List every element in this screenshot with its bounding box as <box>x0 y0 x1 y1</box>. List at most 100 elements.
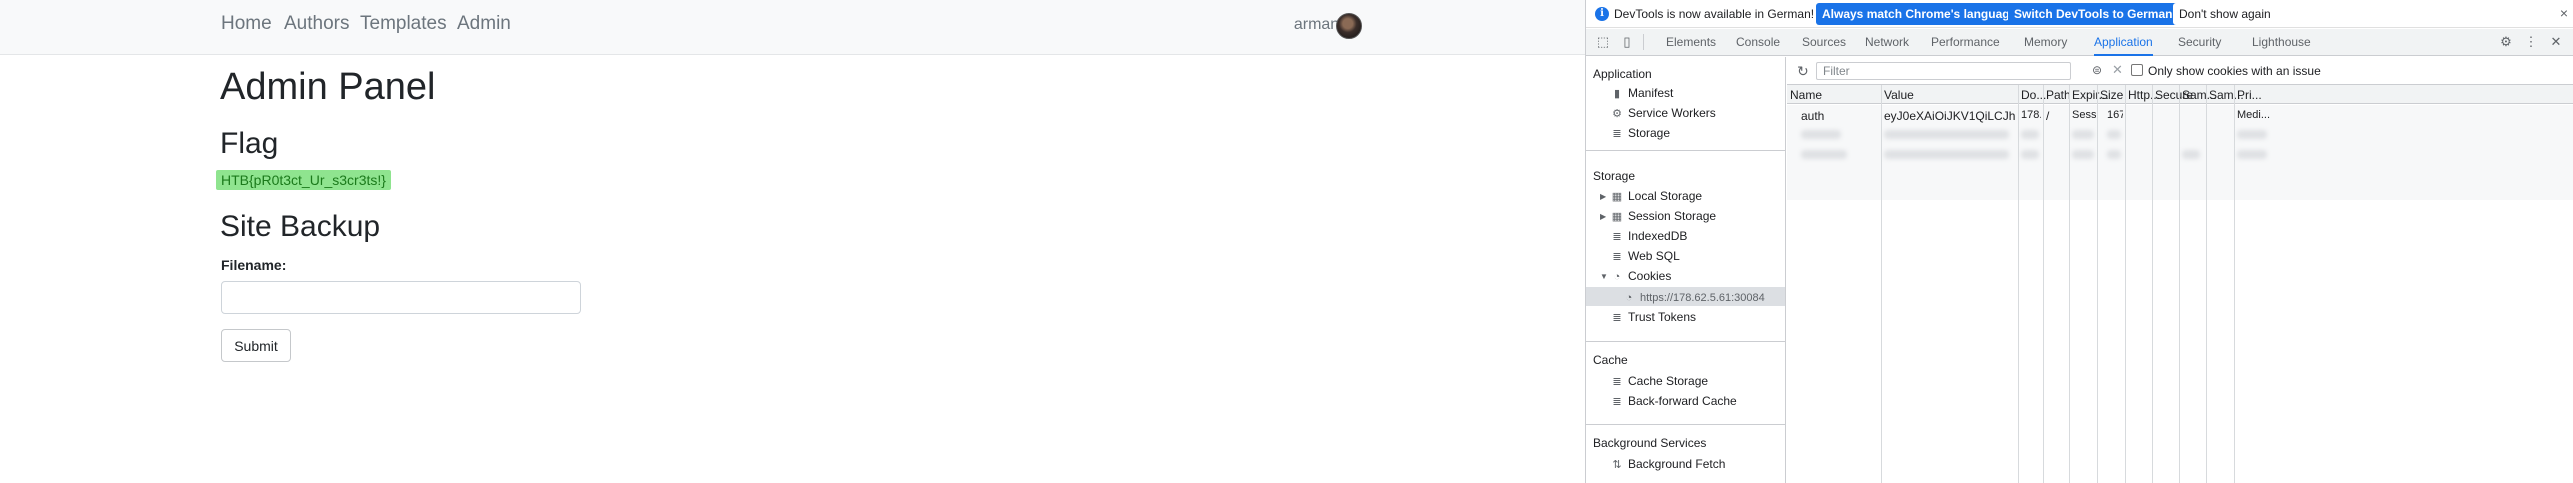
cookie-name-cell: auth <box>1801 109 1825 123</box>
navbar: Home Authors Templates Admin armando <box>0 0 1585 55</box>
column-header-name[interactable]: Name <box>1790 88 1822 102</box>
tab-performance[interactable]: Performance <box>1931 29 2000 56</box>
tab-memory[interactable]: Memory <box>2024 29 2067 56</box>
tab-elements[interactable]: Elements <box>1666 29 1716 56</box>
dont-show-again-button[interactable]: Don't show again <box>2173 3 2277 25</box>
delete-selected-icon[interactable]: ✕ <box>2112 62 2123 78</box>
redacted-cell <box>2182 150 2200 159</box>
expand-arrow-icon[interactable]: ▶ <box>1600 192 1606 201</box>
tab-network[interactable]: Network <box>1865 29 1909 56</box>
cookie-domain-cell: 178.... <box>2021 109 2041 121</box>
cookie-value-cell: eyJ0eXAiOiJKV1QiLCJhbGciOiJIUzI1NiJ... <box>1884 109 2015 123</box>
redacted-cell <box>2107 150 2121 159</box>
inspect-element-icon[interactable]: ⬚ <box>1595 34 1611 50</box>
devtools-panel: i DevTools is now available in German! A… <box>1585 0 2573 483</box>
swap-arrows-icon: ⇅ <box>1612 459 1622 471</box>
redacted-cell <box>2107 130 2121 139</box>
nav-templates-link[interactable]: Templates <box>360 13 447 35</box>
database-icon: ≣ <box>1612 312 1622 324</box>
application-sidebar: Application ▮ Manifest ⚙ Service Workers ≣… <box>1586 57 1786 483</box>
sidebar-item-label: Service Workers <box>1628 106 1716 120</box>
sidebar-divider <box>1586 424 1785 425</box>
table-row[interactable]: auth eyJ0eXAiOiJKV1QiLCJhbGciOiJIUzI1NiJ… <box>1787 105 2573 124</box>
sidebar-item-back-forward-cache[interactable]: ≣ Back-forward Cache <box>1611 394 1736 408</box>
clear-filtered-cookies-icon[interactable]: ⊜ <box>2092 63 2102 77</box>
tab-sources[interactable]: Sources <box>1802 29 1846 56</box>
refresh-icon[interactable]: ↻ <box>1797 63 1809 80</box>
section-storage: Storage <box>1593 169 1636 183</box>
database-icon: ≣ <box>1612 376 1622 388</box>
toolbar-divider <box>1643 34 1644 50</box>
sidebar-item-label: Cookies <box>1628 269 1672 283</box>
redacted-cell <box>1801 130 1841 139</box>
cookie-filter-input[interactable] <box>1816 62 2071 80</box>
database-icon: ≣ <box>1612 396 1622 408</box>
sidebar-item-cookie-origin[interactable]: ◔ https://178.62.5.61:30084 <box>1586 287 1785 306</box>
only-issues-checkbox[interactable] <box>2131 64 2143 76</box>
column-header-path[interactable]: Path <box>2046 88 2071 102</box>
section-background-services: Background Services <box>1593 436 1707 450</box>
tab-application[interactable]: Application <box>2094 29 2153 56</box>
table-row-redacted[interactable] <box>1787 125 2573 144</box>
expand-arrow-icon[interactable]: ▶ <box>1600 212 1606 221</box>
filename-label: Filename: <box>221 257 287 273</box>
sidebar-item-label: Session Storage <box>1628 209 1717 223</box>
nav-admin-link[interactable]: Admin <box>457 13 511 35</box>
cookie-expires-cell: Sessi... <box>2072 109 2096 121</box>
match-language-button[interactable]: Always match Chrome's language <box>1816 3 2023 25</box>
cookie-icon: ◔ <box>1613 271 1621 283</box>
cookie-priority-cell: Medi... <box>2237 109 2271 121</box>
nav-authors-link[interactable]: Authors <box>284 13 349 35</box>
more-options-icon[interactable]: ⋮ <box>2523 34 2539 50</box>
language-infobar: i DevTools is now available in German! A… <box>1586 0 2573 28</box>
filename-input[interactable] <box>221 281 581 314</box>
sidebar-item-trust-tokens[interactable]: ≣ Trust Tokens <box>1611 310 1696 324</box>
flag-value: HTB{pR0t3ct_Ur_s3cr3ts!} <box>216 170 391 190</box>
sidebar-item-indexeddb[interactable]: ≣ IndexedDB <box>1611 229 1687 243</box>
collapse-arrow-icon[interactable]: ▼ <box>1600 272 1608 281</box>
switch-to-german-button[interactable]: Switch DevTools to German <box>2008 3 2179 25</box>
sidebar-item-cache-storage[interactable]: ≣ Cache Storage <box>1611 374 1708 388</box>
devtools-tabbar: ⬚ ▯ Elements Console Sources Network Per… <box>1586 29 2573 56</box>
tab-console[interactable]: Console <box>1736 29 1780 56</box>
tab-security[interactable]: Security <box>2178 29 2221 56</box>
sidebar-item-label: Local Storage <box>1628 189 1703 203</box>
sidebar-item-session-storage[interactable]: ▦ Session Storage <box>1611 209 1716 223</box>
sidebar-item-cookies[interactable]: ◔ Cookies <box>1611 269 1672 283</box>
sidebar-item-background-fetch[interactable]: ⇅ Background Fetch <box>1611 457 1725 471</box>
page-title: Admin Panel <box>220 66 436 108</box>
sidebar-item-local-storage[interactable]: ▦ Local Storage <box>1611 189 1702 203</box>
sidebar-item-label: Trust Tokens <box>1628 310 1697 324</box>
redacted-cell <box>1884 150 2009 159</box>
sidebar-item-service-workers[interactable]: ⚙ Service Workers <box>1611 106 1716 120</box>
redacted-cell <box>1884 130 2009 139</box>
sidebar-item-storage[interactable]: ≣ Storage <box>1611 126 1670 140</box>
site-backup-heading: Site Backup <box>220 210 381 243</box>
table-row-redacted[interactable] <box>1787 145 2573 164</box>
infobar-message: DevTools is now available in German! <box>1614 7 1815 21</box>
gear-icon[interactable]: ⚙ <box>2498 34 2514 50</box>
avatar[interactable] <box>1336 13 1362 39</box>
nav-home-link[interactable]: Home <box>221 13 272 35</box>
device-toolbar-icon[interactable]: ▯ <box>1619 34 1635 50</box>
column-header-value[interactable]: Value <box>1884 88 1914 102</box>
grid-icon: ▦ <box>1611 211 1623 223</box>
redacted-cell <box>2072 130 2094 139</box>
close-devtools-icon[interactable]: ✕ <box>2548 34 2564 50</box>
cookie-table: Name Value Do... Path Expir... Size Http… <box>1787 85 2573 483</box>
submit-button[interactable]: Submit <box>221 329 291 362</box>
cookie-icon: ◔ <box>1625 292 1633 304</box>
gear-icon: ⚙ <box>1612 108 1622 120</box>
sidebar-item-web-sql[interactable]: ≣ Web SQL <box>1611 249 1680 263</box>
sidebar-item-label: Cache Storage <box>1628 374 1709 388</box>
sidebar-divider <box>1586 341 1785 342</box>
sidebar-item-label: Web SQL <box>1628 249 1680 263</box>
sidebar-item-manifest[interactable]: ▮ Manifest <box>1611 86 1673 100</box>
redacted-cell <box>2237 130 2267 139</box>
tab-lighthouse[interactable]: Lighthouse <box>2252 29 2311 56</box>
web-page: Home Authors Templates Admin armando Adm… <box>0 0 1585 483</box>
close-icon[interactable]: × <box>2560 5 2568 21</box>
column-header-priority[interactable]: Pri... <box>2237 88 2262 102</box>
column-header-size[interactable]: Size <box>2100 88 2123 102</box>
database-icon: ≣ <box>1612 128 1622 140</box>
